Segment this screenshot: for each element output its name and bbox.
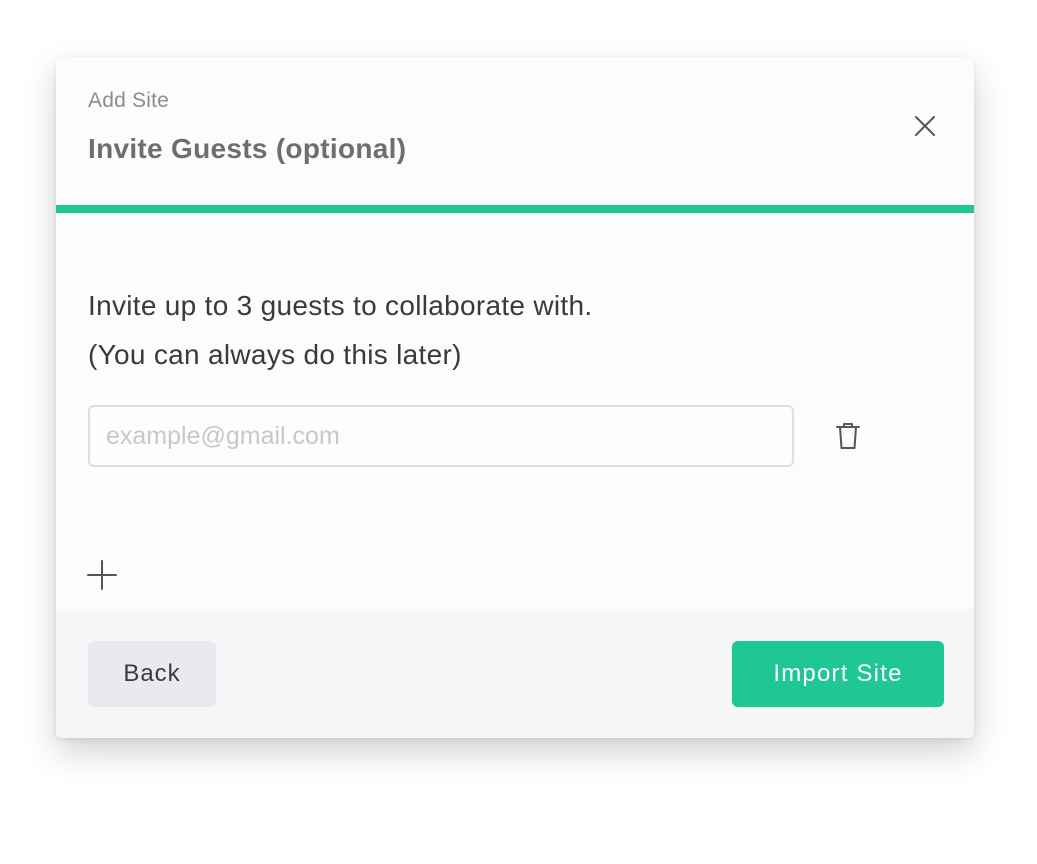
progress-bar-fill [56,205,974,213]
progress-bar [56,205,974,213]
intro-line-1: Invite up to 3 guests to collaborate wit… [88,290,593,321]
intro-text: Invite up to 3 guests to collaborate wit… [88,281,592,379]
import-site-button[interactable]: Import Site [732,641,944,707]
dialog-footer: Back Import Site [56,609,974,738]
dialog-header: Add Site Invite Guests (optional) [56,57,974,205]
trash-icon [836,423,860,449]
guest-email-input[interactable] [88,405,794,467]
add-guest-button[interactable] [86,559,118,591]
intro-line-2: (You can always do this later) [88,339,462,370]
delete-guest-button[interactable] [832,419,864,453]
back-button[interactable]: Back [88,641,216,707]
close-icon [915,116,935,136]
plus-icon [87,560,117,590]
step-label: Add Site [88,89,169,112]
dialog-body: Invite up to 3 guests to collaborate wit… [56,213,974,609]
add-site-dialog: Add Site Invite Guests (optional) Invite… [56,57,974,738]
close-button[interactable] [908,109,942,143]
dialog-title: Invite Guests (optional) [88,133,407,164]
